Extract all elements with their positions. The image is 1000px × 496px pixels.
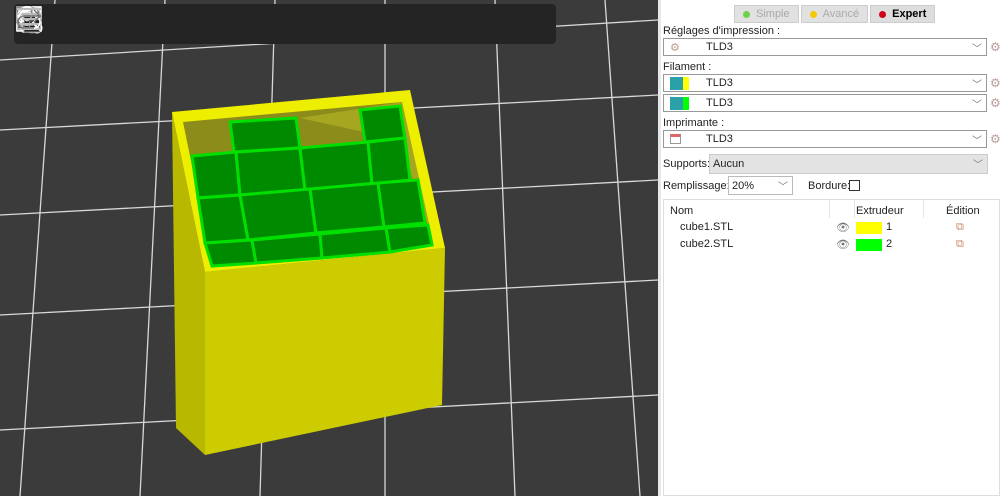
brim-label: Bordure:: [808, 180, 851, 192]
col-name-header[interactable]: Nom: [670, 205, 693, 217]
filament-combo-1[interactable]: TLD3 ﹀: [663, 74, 987, 92]
col-extruder-header[interactable]: Extrudeur: [856, 205, 904, 217]
paste-button[interactable]: [17, 7, 220, 41]
infill-combo[interactable]: 20% ﹀: [728, 176, 793, 195]
object-list[interactable]: Nom Extrudeur Édition cube1.STL 👁 1 ⧉ cu…: [663, 199, 1000, 496]
red-dot-icon: [879, 10, 887, 18]
edit-filament-2-gear-icon[interactable]: ⚙: [990, 96, 1000, 110]
edit-print-settings-gear-icon[interactable]: ⚙: [990, 40, 1000, 54]
filament-combo-2[interactable]: TLD3 ﹀: [663, 94, 987, 112]
brim-checkbox[interactable]: [849, 180, 860, 191]
toolbar: O P: [14, 4, 556, 44]
remove-instance-button[interactable]: [16, 6, 288, 41]
chevron-down-icon: ﹀: [972, 80, 982, 91]
cube-model: [172, 90, 445, 455]
layers-editing-button[interactable]: [17, 7, 424, 41]
mode-simple[interactable]: Simple: [734, 5, 799, 23]
chevron-down-icon: ﹀: [972, 136, 982, 147]
3d-viewport[interactable]: O P: [0, 0, 658, 496]
object-row[interactable]: cube2.STL 👁 2 ⧉: [664, 238, 1000, 254]
object-row[interactable]: cube1.STL 👁 1 ⧉: [664, 221, 1000, 237]
scene: [0, 0, 658, 496]
mode-advanced[interactable]: Avancé: [800, 5, 869, 23]
edit-icon[interactable]: ⧉: [956, 238, 964, 251]
eye-icon[interactable]: 👁: [836, 221, 850, 234]
mode-switch: Simple Avancé Expert: [734, 5, 936, 23]
edit-icon[interactable]: ⧉: [956, 221, 964, 234]
chevron-down-icon: ﹀: [972, 44, 982, 55]
sidebar: Simple Avancé Expert Réglages d'impressi…: [661, 0, 1000, 496]
edit-filament-1-gear-icon[interactable]: ⚙: [990, 76, 1000, 90]
filament-color-icon: [670, 76, 690, 90]
green-dot-icon: [743, 10, 750, 18]
gear-icon: ⚙: [670, 41, 680, 54]
delete-button[interactable]: [16, 7, 84, 41]
arrange-button[interactable]: [16, 6, 152, 41]
printer-combo[interactable]: TLD3 ﹀: [663, 130, 987, 148]
undo-button[interactable]: [16, 7, 458, 41]
split-parts-button[interactable]: P: [16, 6, 356, 41]
col-edit-header[interactable]: Édition: [946, 205, 980, 217]
extruder-color-swatch[interactable]: [856, 239, 882, 251]
infill-label: Remplissage:: [663, 180, 730, 192]
eye-icon[interactable]: 👁: [836, 238, 850, 251]
add-instance-button[interactable]: [16, 6, 254, 41]
chevron-down-icon: ﹀: [972, 100, 982, 111]
mode-expert[interactable]: Expert: [870, 5, 936, 23]
printer-label: Imprimante :: [663, 117, 725, 129]
split-objects-button[interactable]: O: [16, 6, 322, 41]
supports-label: Supports:: [663, 158, 711, 170]
redo-icon: [17, 9, 42, 29]
filament-color-icon: [670, 96, 690, 110]
supports-combo[interactable]: Aucun ﹀: [709, 154, 988, 174]
search-button[interactable]: [17, 6, 390, 41]
print-settings-combo[interactable]: ⚙ TLD3 ﹀: [663, 38, 987, 56]
printer-icon: [670, 134, 690, 144]
print-settings-label: Réglages d'impression :: [663, 25, 781, 37]
delete-all-button[interactable]: [19, 6, 118, 41]
yellow-dot-icon: [809, 10, 817, 18]
copy-button[interactable]: [17, 6, 186, 41]
redo-button[interactable]: [17, 7, 492, 41]
filament-label: Filament :: [663, 61, 712, 73]
chevron-down-icon: ﹀: [973, 160, 983, 171]
edit-printer-gear-icon[interactable]: ⚙: [990, 132, 1000, 146]
chevron-down-icon: ﹀: [778, 182, 788, 193]
extruder-color-swatch[interactable]: [856, 222, 882, 234]
